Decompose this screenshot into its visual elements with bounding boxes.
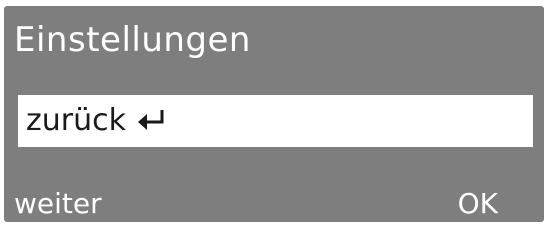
page-title: Einstellungen [14, 20, 251, 60]
ok-softkey[interactable]: OK [458, 186, 498, 222]
menu-item-label: zurück [26, 103, 126, 138]
display-screen: Einstellungen zurück weiter OK [4, 6, 544, 222]
menu-item-back[interactable]: zurück [18, 95, 533, 147]
next-softkey[interactable]: weiter [14, 186, 102, 222]
return-arrow-icon [136, 95, 170, 147]
softkey-bar: weiter OK [14, 186, 498, 222]
